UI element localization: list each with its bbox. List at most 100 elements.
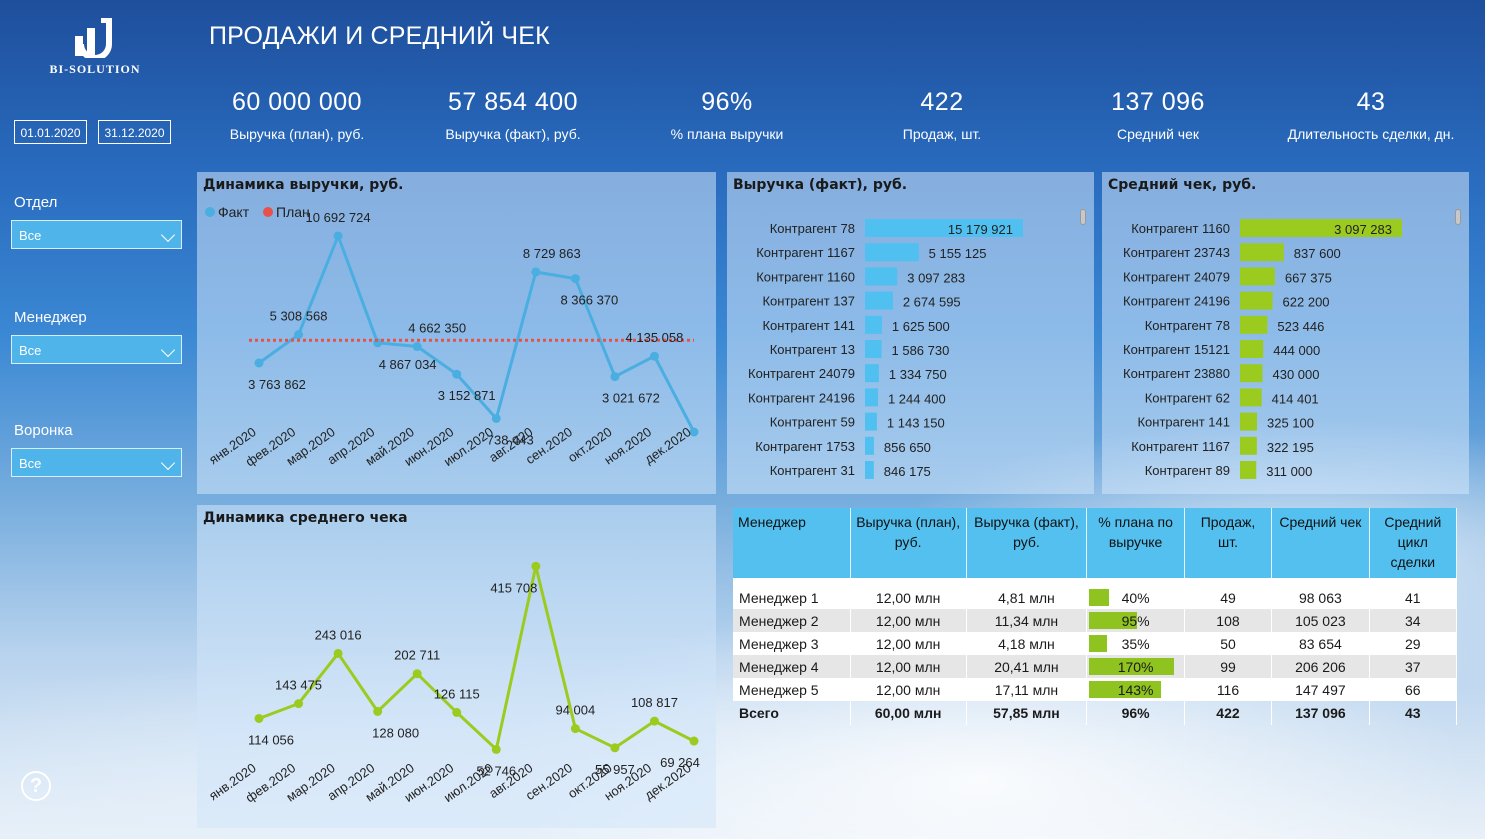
table-row[interactable]: Менеджер 1 12,00 млн 4,81 млн 40% 49 98 063 41 <box>733 586 1458 609</box>
bar-value-label: 667 375 <box>1285 270 1332 285</box>
filter-manager-value: Все <box>19 343 42 358</box>
cell-revenue-plan: 12,00 млн <box>850 586 967 609</box>
data-label: 4 135 058 <box>626 330 684 345</box>
cell-manager: Менеджер 3 <box>733 632 851 655</box>
filter-label-department: Отдел <box>14 194 58 211</box>
percent-text: 170% <box>1117 658 1154 675</box>
cell-avg-check: 83 654 <box>1271 632 1370 655</box>
data-label: 8 366 370 <box>560 293 618 308</box>
chart-title: Средний чек, руб. <box>1108 177 1256 193</box>
chart-title: Выручка (факт), руб. <box>733 177 907 193</box>
bar-category-label: Контрагент 137 <box>762 294 855 309</box>
data-point <box>610 743 620 753</box>
col-header-revenue-plan[interactable]: Выручка (план), руб. <box>850 508 967 578</box>
cell-revenue-plan: 12,00 млн <box>850 632 967 655</box>
kpi-revenue-plan: 60 000 000 Выручка (план), руб. <box>197 88 397 142</box>
table-row[interactable]: Менеджер 4 12,00 млн 20,41 млн 170% 99 206 20… <box>733 655 1458 678</box>
kpi-revenue-fact: 57 854 400 Выручка (факт), руб. <box>413 88 613 142</box>
col-header-avg-check[interactable]: Средний чек <box>1271 508 1370 578</box>
date-from[interactable]: 01.01.2020 <box>14 120 87 144</box>
table-row[interactable]: Менеджер 3 12,00 млн 4,18 млн 35% 50 83 654 29 <box>733 632 1458 655</box>
bar-value-label: 311 000 <box>1266 464 1312 479</box>
kpi-label: Продаж, шт. <box>902 126 982 142</box>
chevron-down-icon <box>160 227 176 243</box>
logo-text: BI-SOLUTION <box>49 62 141 76</box>
avg-check-panel: Средний чек, руб. Контрагент 1160 3 097 28… <box>1102 172 1469 494</box>
cell-revenue-fact: 4,18 млн <box>966 632 1088 655</box>
bar-category-label: Контрагент 23743 <box>1123 245 1230 260</box>
percent-text: 143% <box>1117 681 1154 698</box>
scrollbar[interactable] <box>1080 209 1086 225</box>
total-cell-cycle: 43 <box>1369 701 1458 725</box>
bar-value-label: 2 674 595 <box>903 295 961 310</box>
avg-check-dynamics-panel: Динамика среднего чека 114 056 143 475 243 … <box>197 505 716 828</box>
cell-plan-percent: 143% <box>1086 678 1185 701</box>
bar-value-label: 5 155 125 <box>929 246 987 261</box>
cell-revenue-plan: 12,00 млн <box>850 655 967 678</box>
col-header-revenue-fact[interactable]: Выручка (факт), руб. <box>966 508 1088 578</box>
revenue-dynamics-panel: Динамика выручки, руб. Факт План 3 763 862 5… <box>197 172 716 494</box>
bar-category-label: Контрагент 78 <box>770 221 855 236</box>
bar-value-label: 846 175 <box>884 464 931 479</box>
chart-title: Динамика выручки, руб. <box>203 177 404 193</box>
cell-avg-cycle: 29 <box>1369 632 1458 655</box>
chart-title: Динамика среднего чека <box>203 510 408 526</box>
help-icon[interactable]: ? <box>21 771 51 801</box>
bar-value-label: 1 334 750 <box>889 367 947 382</box>
table-row[interactable]: Менеджер 2 12,00 млн 11,34 млн 95% 108 105 02… <box>733 609 1458 632</box>
scrollbar[interactable] <box>1455 209 1461 225</box>
date-to[interactable]: 31.12.2020 <box>98 120 171 144</box>
bar <box>865 364 879 383</box>
kpi-label: Длительность сделки, дн. <box>1287 126 1455 142</box>
bar-category-label: Контрагент 1160 <box>1131 221 1230 236</box>
table-header-row: Менеджер Выручка (план), руб. Выручка (ф… <box>733 508 1458 578</box>
bar-category-label: Контрагент 141 <box>1137 415 1230 430</box>
cell-manager: Менеджер 4 <box>733 655 851 678</box>
col-header-avg-cycle[interactable]: Средний цикл сделки <box>1369 508 1458 578</box>
cell-plan-percent: 35% <box>1086 632 1185 655</box>
col-header-manager[interactable]: Менеджер <box>733 508 851 578</box>
kpi-deal-duration: 43 Длительность сделки, дн. <box>1271 88 1471 142</box>
bar-value-label: 622 200 <box>1283 295 1330 310</box>
bar <box>1240 267 1275 286</box>
filter-manager-dropdown[interactable]: Все <box>11 335 182 364</box>
data-point <box>491 744 501 754</box>
revenue-dynamics-chart[interactable]: Динамика выручки, руб.Факт План3 763 8625… <box>197 172 716 494</box>
bar <box>1240 291 1273 310</box>
total-cell-pct: 96% <box>1086 701 1185 725</box>
bar-category-label: Контрагент 78 <box>1145 318 1230 333</box>
data-point <box>254 713 264 723</box>
logo-icon <box>75 18 112 58</box>
filter-department-dropdown[interactable]: Все <box>11 220 182 249</box>
table-row[interactable]: Менеджер 5 12,00 млн 17,11 млн 143% 116 147 4… <box>733 678 1458 701</box>
bar <box>865 412 877 431</box>
bar-category-label: Контрагент 24079 <box>748 366 855 381</box>
avg-check-dynamics-chart[interactable]: Динамика среднего чека 114 056 143 475 243 … <box>197 505 716 828</box>
bar-value-label: 523 446 <box>1277 319 1324 334</box>
col-header-plan-percent[interactable]: % плана по выручке <box>1086 508 1185 578</box>
revenue-fact-chart[interactable]: Выручка (факт), руб. Контрагент 78 15 179 … <box>727 172 1094 494</box>
data-label: 143 475 <box>275 678 322 693</box>
total-cell-check: 137 096 <box>1271 701 1370 725</box>
total-cell-name: Всего <box>733 701 851 725</box>
data-label: 94 004 <box>555 703 595 718</box>
bar <box>1240 436 1257 455</box>
bar-category-label: Контрагент 1753 <box>755 439 855 454</box>
cell-revenue-plan: 12,00 млн <box>850 609 967 632</box>
cell-manager: Менеджер 2 <box>733 609 851 632</box>
bar-value-label: 322 195 <box>1267 440 1314 455</box>
kpi-label: Выручка (факт), руб. <box>445 126 581 142</box>
kpi-value: 60 000 000 <box>231 88 363 116</box>
cell-avg-cycle: 41 <box>1369 586 1458 609</box>
filter-funnel-dropdown[interactable]: Все <box>11 448 182 477</box>
avg-check-chart[interactable]: Средний чек, руб. Контрагент 1160 3 097 28… <box>1102 172 1469 494</box>
bar <box>865 243 919 262</box>
logo: BI-SOLUTION <box>40 18 150 77</box>
bar-value-label: 837 600 <box>1294 246 1341 261</box>
total-cell-fact: 57,85 млн <box>966 701 1088 725</box>
filter-department-value: Все <box>19 228 42 243</box>
cell-sales: 49 <box>1184 586 1273 609</box>
kpi-plan-percent: 96% % плана выручки <box>627 88 827 142</box>
bar-category-label: Контрагент 23880 <box>1123 366 1230 381</box>
col-header-sales[interactable]: Продаж, шт. <box>1184 508 1273 578</box>
